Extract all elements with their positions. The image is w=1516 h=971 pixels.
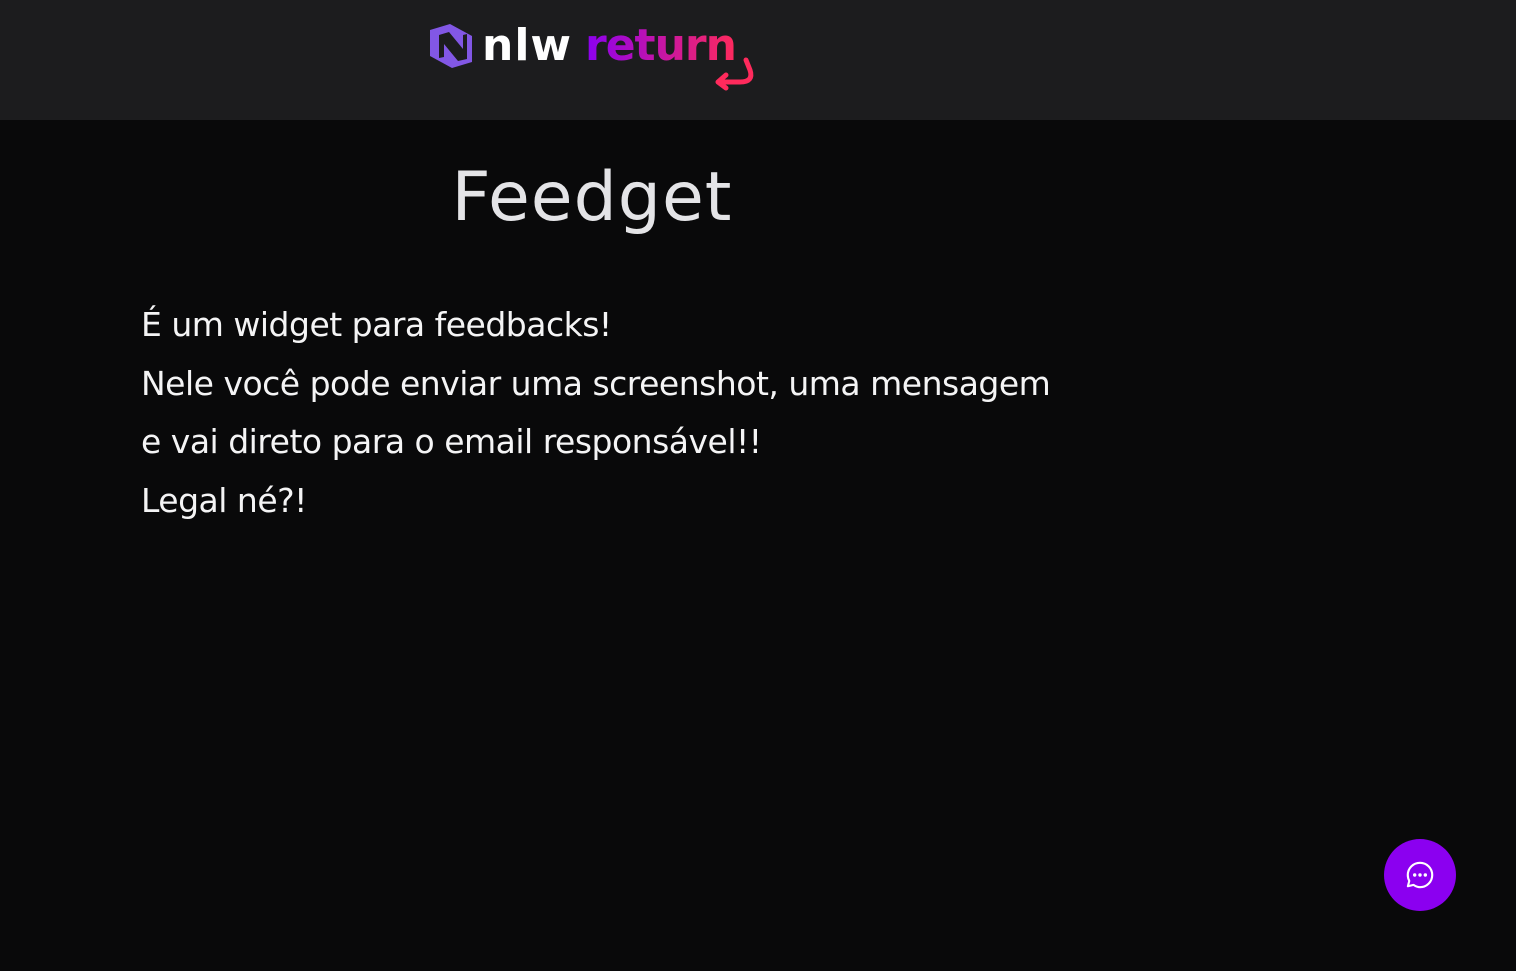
logo-text-return: return [585, 20, 736, 71]
description-line-1: É um widget para feedbacks! [141, 305, 612, 344]
logo-text-nlw: nlw [482, 20, 572, 71]
description-line-2: Nele você pode enviar uma screenshot, um… [141, 363, 1051, 403]
feedback-widget-button[interactable] [1384, 839, 1456, 911]
top-bar: nlw return [0, 0, 1516, 120]
description-line-4: Legal né?! [141, 480, 307, 520]
page-title: Feedget [451, 158, 733, 237]
nlw-mark-icon [430, 24, 472, 68]
description-line-3: e vai direto para o email responsável!! [141, 422, 762, 461]
description: É um widget para feedbacks! Nele você po… [141, 296, 1141, 530]
nlw-return-logo: nlw return [430, 20, 754, 91]
chat-bubble-dots-icon [1406, 861, 1434, 889]
